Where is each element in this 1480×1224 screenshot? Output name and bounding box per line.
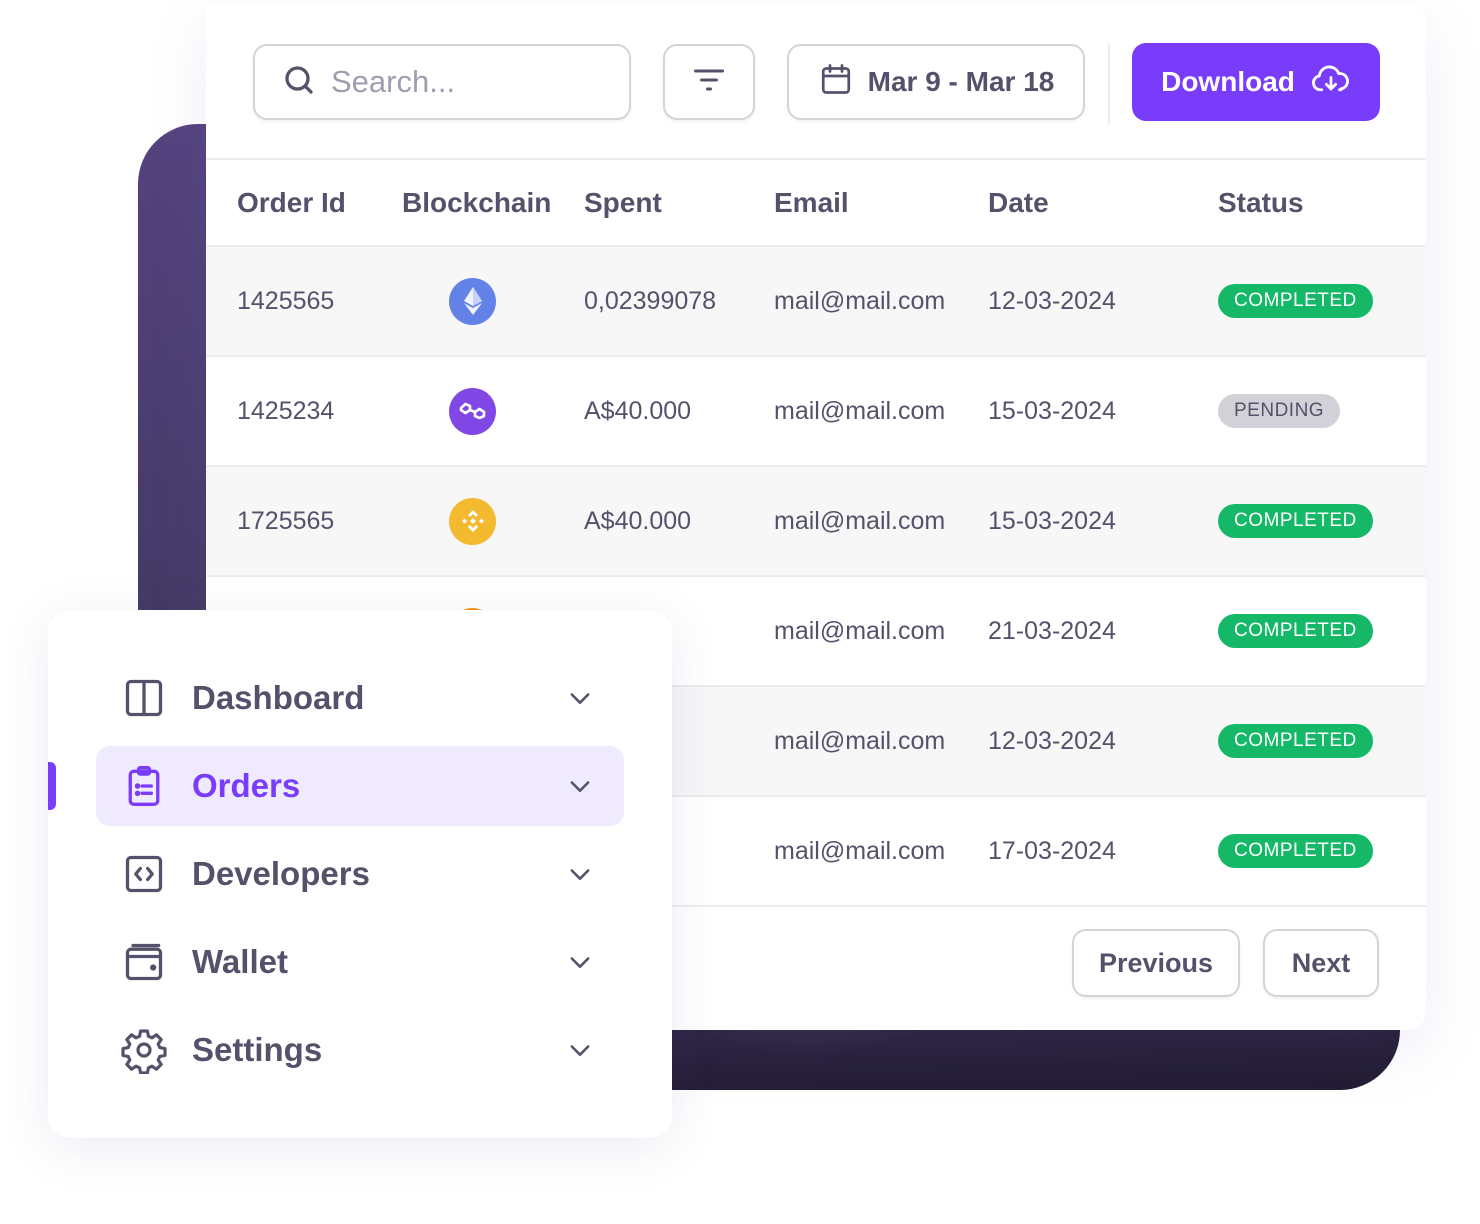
toolbar: Mar 9 - Mar 18 Download xyxy=(206,4,1426,160)
email-cell: mail@mail.com xyxy=(774,686,988,797)
sidebar-item-developers[interactable]: Developers xyxy=(96,834,624,914)
sidebar-item-label: Settings xyxy=(192,1031,323,1068)
sidebar-nav: Dashboard Orders Developers Wallet Settings xyxy=(48,610,672,1138)
email-cell: mail@mail.com xyxy=(774,466,988,577)
email-cell: mail@mail.com xyxy=(774,356,988,467)
search-icon xyxy=(281,62,317,103)
filter-button[interactable] xyxy=(663,44,755,120)
status-cell: COMPLETED xyxy=(1218,796,1426,907)
column-header-date[interactable]: Date xyxy=(988,160,1218,247)
date-range-label: Mar 9 - Mar 18 xyxy=(867,66,1055,97)
email-cell: mail@mail.com xyxy=(774,576,988,687)
status-cell: COMPLETED xyxy=(1218,686,1426,797)
next-button[interactable]: Next xyxy=(1263,929,1379,997)
date-cell: 12-03-2024 xyxy=(988,246,1218,357)
status-badge: PENDING xyxy=(1218,394,1341,428)
status-badge: COMPLETED xyxy=(1218,284,1373,318)
sidebar-item-label: Dashboard xyxy=(192,679,365,716)
download-button[interactable]: Download xyxy=(1132,43,1380,121)
date-cell: 12-03-2024 xyxy=(988,686,1218,797)
date-cell: 17-03-2024 xyxy=(988,796,1218,907)
blockchain-cell xyxy=(391,466,584,577)
sidebar-item-label: Orders xyxy=(192,767,301,804)
table-row[interactable]: 1425565 0,02399078 mail@mail.com 12-03-2024… xyxy=(206,246,1426,357)
calendar-icon xyxy=(818,61,854,104)
blockchain-cell xyxy=(391,246,584,357)
previous-button[interactable]: Previous xyxy=(1072,929,1240,997)
column-header-order-id[interactable]: Order Id xyxy=(206,160,391,247)
sidebar-item-label: Developers xyxy=(192,855,370,892)
column-header-blockchain[interactable]: Blockchain xyxy=(391,160,584,247)
status-cell: PENDING xyxy=(1218,356,1426,467)
sidebar-item-orders[interactable]: Orders xyxy=(96,746,624,826)
status-badge: COMPLETED xyxy=(1218,614,1373,648)
ethereum-icon xyxy=(449,277,496,325)
toolbar-divider xyxy=(1108,44,1110,124)
status-badge: COMPLETED xyxy=(1218,504,1373,538)
table-row[interactable]: 1425234 A$40.000 mail@mail.com 15-03-2024 PE… xyxy=(206,356,1426,467)
sidebar-item-dashboard[interactable]: Dashboard xyxy=(96,658,624,738)
column-header-email[interactable]: Email xyxy=(774,160,988,247)
code-brackets-icon xyxy=(120,850,168,898)
binance-icon xyxy=(449,497,496,545)
date-cell: 15-03-2024 xyxy=(988,466,1218,577)
date-range-button[interactable]: Mar 9 - Mar 18 xyxy=(787,44,1085,120)
wallet-icon xyxy=(120,938,168,986)
search-input[interactable] xyxy=(331,64,601,100)
email-cell: mail@mail.com xyxy=(774,796,988,907)
search-box[interactable] xyxy=(253,44,631,120)
column-header-spent[interactable]: Spent xyxy=(584,160,774,247)
sidebar-item-label: Wallet xyxy=(192,943,288,980)
date-cell: 15-03-2024 xyxy=(988,356,1218,467)
spent-cell: A$40.000 xyxy=(584,356,774,467)
status-badge: COMPLETED xyxy=(1218,724,1373,758)
order-id-cell: 1725565 xyxy=(206,466,391,577)
filter-icon xyxy=(691,62,727,103)
date-cell: 21-03-2024 xyxy=(988,576,1218,687)
status-cell: COMPLETED xyxy=(1218,246,1426,357)
spent-cell: A$40.000 xyxy=(584,466,774,577)
status-cell: COMPLETED xyxy=(1218,576,1426,687)
status-cell: COMPLETED xyxy=(1218,466,1426,577)
table-header-row: Order Id Blockchain Spent Email Date Sta… xyxy=(206,160,1426,247)
chevron-down-icon[interactable] xyxy=(564,858,596,890)
active-indicator xyxy=(48,762,56,810)
chevron-down-icon[interactable] xyxy=(564,770,596,802)
polygon-icon xyxy=(449,387,496,435)
order-id-cell: 1425234 xyxy=(206,356,391,467)
status-badge: COMPLETED xyxy=(1218,834,1373,868)
layout-columns-icon xyxy=(120,674,168,722)
spent-cell: 0,02399078 xyxy=(584,246,774,357)
chevron-down-icon[interactable] xyxy=(564,946,596,978)
cloud-download-icon xyxy=(1311,61,1351,104)
download-label: Download xyxy=(1161,66,1295,97)
gear-icon xyxy=(120,1026,168,1074)
clipboard-list-icon xyxy=(120,762,168,810)
blockchain-cell xyxy=(391,356,584,467)
column-header-status[interactable]: Status xyxy=(1218,160,1426,247)
sidebar-item-wallet[interactable]: Wallet xyxy=(96,922,624,1002)
order-id-cell: 1425565 xyxy=(206,246,391,357)
chevron-down-icon[interactable] xyxy=(564,682,596,714)
email-cell: mail@mail.com xyxy=(774,246,988,357)
chevron-down-icon[interactable] xyxy=(564,1034,596,1066)
sidebar-item-settings[interactable]: Settings xyxy=(96,1010,624,1090)
table-row[interactable]: 1725565 A$40.000 mail@mail.com 15-03-2024 CO… xyxy=(206,466,1426,577)
